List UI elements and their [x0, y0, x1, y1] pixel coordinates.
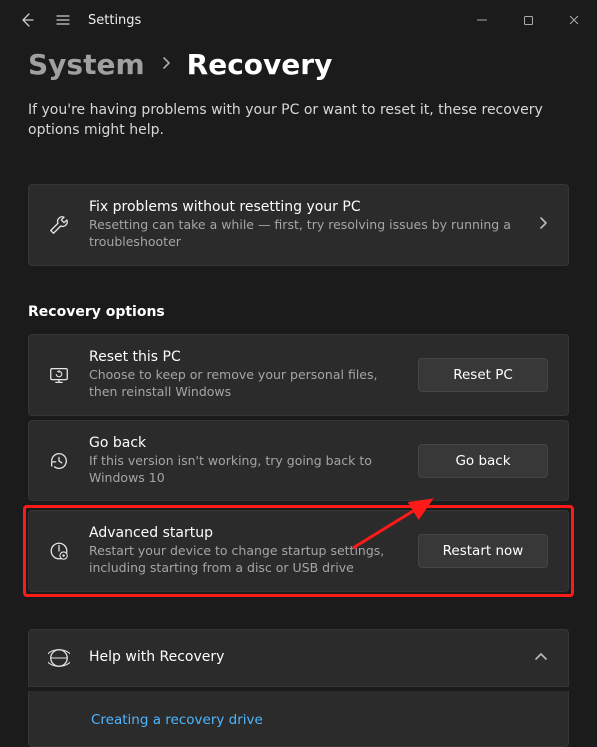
reset-pc-card: Reset this PC Choose to keep or remove y…: [28, 334, 569, 416]
advanced-title: Advanced startup: [89, 525, 406, 541]
help-link-label: Creating a recovery drive: [91, 712, 263, 728]
wrench-icon: [47, 213, 71, 237]
maximize-button[interactable]: [505, 4, 551, 36]
window-controls: [459, 4, 597, 36]
back-arrow-icon: [19, 12, 35, 28]
page-content: System Recovery If you're having problem…: [0, 40, 597, 747]
restart-now-button[interactable]: Restart now: [418, 534, 548, 568]
maximize-icon: [523, 15, 534, 26]
go-back-button[interactable]: Go back: [418, 444, 548, 478]
history-icon: [47, 449, 71, 473]
reset-sub: Choose to keep or remove your personal f…: [89, 367, 406, 401]
help-link-item[interactable]: Creating a recovery drive: [28, 691, 569, 747]
intro-text: If you're having problems with your PC o…: [28, 101, 569, 140]
fix-title: Fix problems without resetting your PC: [89, 199, 526, 215]
menu-button[interactable]: [48, 5, 78, 35]
go-back-card: Go back If this version isn't working, t…: [28, 420, 569, 502]
chevron-right-icon: [538, 216, 548, 234]
reset-pc-button[interactable]: Reset PC: [418, 358, 548, 392]
close-icon: [568, 14, 580, 26]
minimize-button[interactable]: [459, 4, 505, 36]
hamburger-icon: [55, 12, 71, 28]
highlight-annotation: Advanced startup Restart your device to …: [23, 505, 574, 597]
reset-title: Reset this PC: [89, 349, 406, 365]
breadcrumb: System Recovery: [28, 48, 569, 81]
fix-problems-card[interactable]: Fix problems without resetting your PC R…: [28, 184, 569, 266]
help-title: Help with Recovery: [89, 649, 522, 665]
pc-reset-icon: [47, 363, 71, 387]
chevron-up-icon: [534, 650, 548, 666]
chevron-right-icon: [161, 56, 171, 74]
help-with-recovery-card[interactable]: Help with Recovery: [28, 629, 569, 687]
window-title: Settings: [88, 13, 141, 28]
advanced-startup-card: Advanced startup Restart your device to …: [28, 510, 569, 592]
back-button[interactable]: [12, 5, 42, 35]
minimize-icon: [476, 14, 488, 26]
globe-help-icon: [47, 646, 71, 670]
close-button[interactable]: [551, 4, 597, 36]
advanced-sub: Restart your device to change startup se…: [89, 543, 406, 577]
titlebar: Settings: [0, 0, 597, 40]
recovery-options-header: Recovery options: [28, 304, 569, 320]
fix-sub: Resetting can take a while — first, try …: [89, 217, 526, 251]
power-gear-icon: [47, 539, 71, 563]
breadcrumb-current: Recovery: [187, 48, 333, 81]
goback-sub: If this version isn't working, try going…: [89, 453, 406, 487]
goback-title: Go back: [89, 435, 406, 451]
breadcrumb-system[interactable]: System: [28, 48, 145, 81]
